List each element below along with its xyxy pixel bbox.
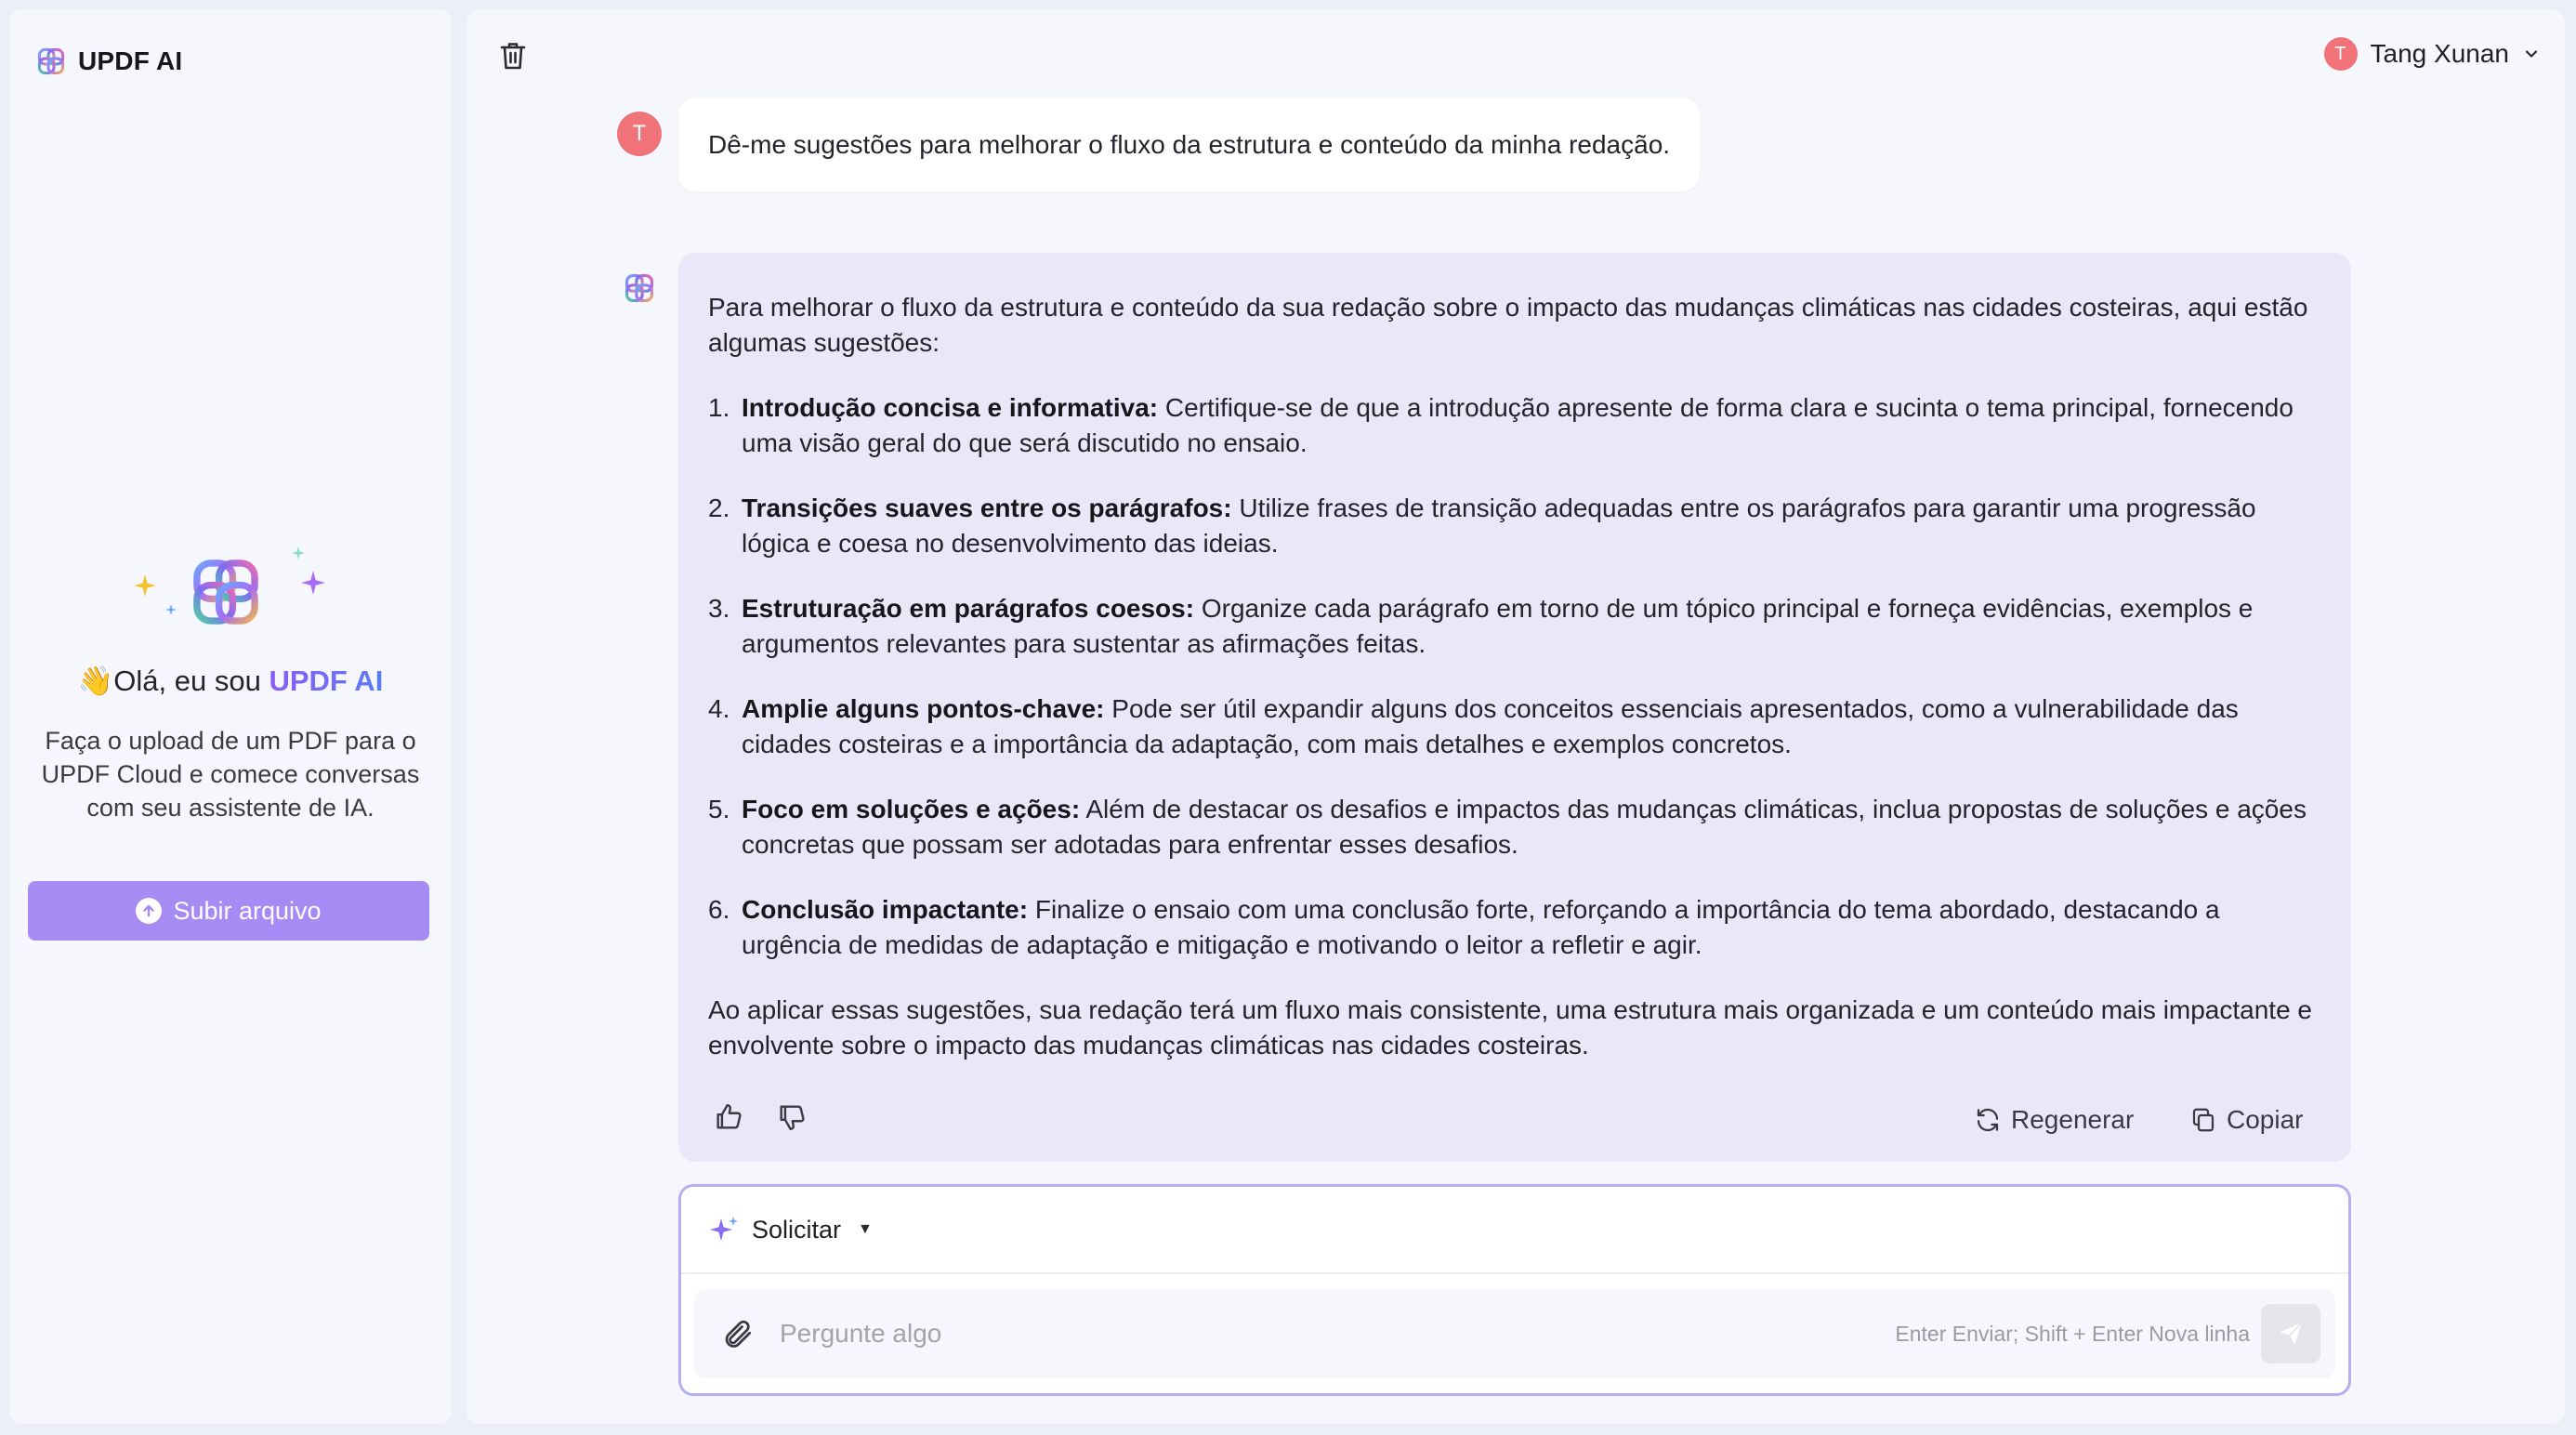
suggestion-list: 1. Introdução concisa e informativa: Cert… — [708, 390, 2323, 963]
dislike-button[interactable] — [773, 1099, 810, 1136]
updf-logo-icon — [191, 558, 260, 626]
wave-emoji: 👋 — [77, 665, 114, 697]
clear-chat-button[interactable] — [494, 37, 532, 74]
list-item: 5. Foco em soluções e ações: Além de dest… — [708, 792, 2323, 862]
chevron-down-icon — [2525, 50, 2538, 58]
list-item: 1. Introdução concisa e informativa: Cert… — [708, 390, 2323, 461]
copy-icon — [2192, 1108, 2215, 1132]
list-item-title: Amplie alguns pontos-chave: — [742, 694, 1105, 723]
list-item-title: Conclusão impactante: — [742, 895, 1029, 924]
sidebar: UPDF AI 👋Olá, eu sou UPDF AI Faça o uplo… — [9, 9, 452, 1424]
input-row: Enter Enviar; Shift + Enter Nova linha — [694, 1289, 2335, 1378]
ai-outro: Ao aplicar essas sugestões, sua redação … — [708, 995, 2313, 1060]
upload-icon — [136, 898, 163, 924]
greeting-accent: UPDF AI — [269, 665, 384, 697]
list-item-title: Introdução concisa e informativa: — [742, 393, 1159, 422]
user-message-avatar: T — [617, 112, 662, 156]
brand-name: UPDF AI — [78, 46, 183, 75]
greeting-prefix: Olá, eu sou — [113, 665, 269, 697]
list-number: 6. — [708, 895, 730, 924]
copy-label: Copiar — [2227, 1105, 2304, 1134]
ai-intro: Para melhorar o fluxo da estrutura e con… — [708, 293, 2308, 357]
sparkle-icon — [165, 604, 177, 615]
keyboard-hint: Enter Enviar; Shift + Enter Nova linha — [1895, 1321, 2250, 1346]
sparkle-icon — [710, 1217, 738, 1241]
list-item: 6. Conclusão impactante: Finalize o ensai… — [708, 892, 2323, 963]
list-item: 3. Estruturação em parágrafos coesos: Org… — [708, 591, 2323, 662]
list-item: 4. Amplie alguns pontos-chave: Pode ser ú… — [708, 691, 2323, 762]
hero-description: Faça o upload de um PDF para o UPDF Clou… — [41, 727, 420, 822]
composer: Solicitar ▼ Enter Enviar; Shift + Enter … — [678, 1184, 2351, 1396]
caret-down-icon: ▼ — [858, 1221, 873, 1237]
sparkle-icon — [292, 546, 305, 560]
list-item: 2. Transições suaves entre os parágrafos:… — [708, 491, 2323, 561]
sparkle-icon — [301, 571, 325, 595]
list-item-title: Transições suaves entre os parágrafos: — [742, 494, 1232, 522]
prompt-selector[interactable]: Solicitar ▼ — [681, 1187, 2348, 1274]
refresh-icon — [1977, 1108, 1999, 1132]
updf-logo-icon — [624, 273, 654, 303]
ai-response: Para melhorar o fluxo da estrutura e con… — [678, 253, 2351, 1162]
trash-icon — [500, 43, 526, 70]
send-icon — [2280, 1322, 2303, 1345]
response-actions: Regenerar Copiar — [678, 1078, 2351, 1162]
updf-logo-icon — [37, 47, 65, 75]
user-menu[interactable]: T Tang Xunan — [2323, 37, 2541, 71]
sparkle-icon — [134, 574, 156, 597]
attach-button[interactable] — [715, 1310, 761, 1357]
list-number: 3. — [708, 594, 730, 623]
list-number: 4. — [708, 694, 730, 723]
brand: UPDF AI — [37, 46, 182, 76]
ask-input[interactable] — [780, 1319, 1896, 1349]
user-message: Dê-me sugestões para melhorar o fluxo da… — [678, 99, 1701, 191]
regenerate-button[interactable]: Regenerar — [1974, 1102, 2134, 1138]
list-number: 1. — [708, 393, 730, 422]
like-button[interactable] — [710, 1099, 747, 1136]
list-number: 2. — [708, 494, 730, 522]
list-item-title: Foco em soluções e ações: — [742, 795, 1081, 823]
upload-file-button[interactable]: Subir arquivo — [28, 881, 429, 941]
prompt-label: Solicitar — [752, 1215, 842, 1244]
thumbs-down-icon — [780, 1105, 805, 1130]
regenerate-label: Regenerar — [2011, 1105, 2135, 1134]
list-number: 5. — [708, 795, 730, 823]
send-button[interactable] — [2261, 1304, 2320, 1363]
welcome-hero: 👋Olá, eu sou UPDF AI Faça o upload de um… — [9, 546, 452, 824]
hero-illustration — [128, 546, 333, 639]
list-item-title: Estruturação em parágrafos coesos: — [742, 594, 1195, 623]
thumbs-up-icon — [716, 1104, 742, 1129]
upload-file-label: Subir arquivo — [173, 896, 322, 925]
avatar: T — [2323, 37, 2358, 71]
updf-ai-app: UPDF AI 👋Olá, eu sou UPDF AI Faça o uplo… — [0, 0, 2576, 1435]
chat-panel: T Tang Xunan T Dê-me sugestões para melh… — [467, 9, 2565, 1424]
greeting: 👋Olá, eu sou UPDF AI — [9, 664, 452, 698]
paperclip-icon — [725, 1320, 752, 1348]
user-name: Tang Xunan — [2370, 39, 2509, 68]
copy-button[interactable]: Copiar — [2189, 1102, 2303, 1138]
